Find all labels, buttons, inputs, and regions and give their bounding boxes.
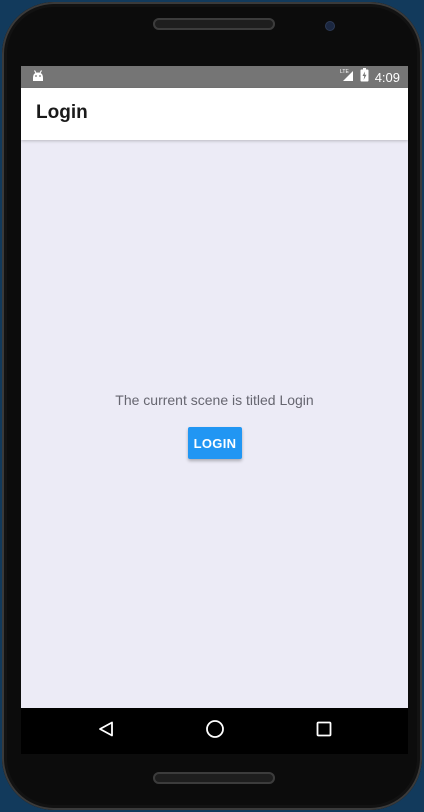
back-button[interactable]	[83, 708, 129, 754]
lte-signal-icon: LTE	[340, 68, 354, 87]
scene-content: The current scene is titled Login LOGIN	[21, 140, 408, 708]
home-button[interactable]	[192, 708, 238, 754]
recents-button[interactable]	[301, 708, 347, 754]
android-icon	[31, 69, 45, 83]
page-title: Login	[36, 102, 88, 123]
phone-frame: LTE 4:09 Login The current scene is titl…	[2, 2, 422, 810]
recents-icon	[315, 720, 333, 743]
status-bar: LTE 4:09	[21, 66, 408, 88]
scene-title-text: The current scene is titled Login	[115, 392, 314, 408]
status-time: 4:09	[374, 69, 400, 85]
home-icon	[205, 719, 225, 744]
battery-charging-icon	[360, 67, 369, 87]
front-camera	[326, 22, 334, 30]
back-icon	[97, 720, 115, 743]
earpiece-speaker	[153, 18, 275, 30]
navigation-bar	[21, 708, 408, 754]
bottom-speaker	[153, 772, 275, 784]
device-screen: LTE 4:09 Login The current scene is titl…	[21, 66, 408, 754]
login-button[interactable]: LOGIN	[188, 427, 242, 459]
network-label: LTE	[340, 69, 349, 75]
app-bar: Login	[21, 88, 408, 140]
